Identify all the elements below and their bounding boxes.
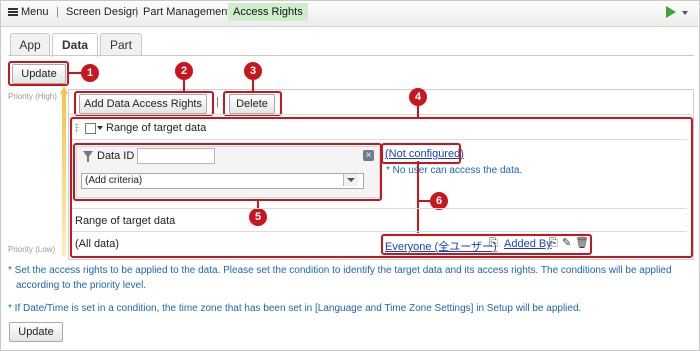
tab-data[interactable]: Data [52,33,98,57]
priority-low-label: Priority (Low) [8,245,56,254]
chevron-down-icon[interactable] [682,11,688,15]
callout-line [417,161,419,233]
toolbar-separator: | [216,96,219,108]
nav-access-rights[interactable]: Access Rights [228,3,308,21]
callout-line [67,72,81,74]
menu-icon[interactable] [8,8,18,16]
callout-line [252,80,254,91]
highlight-box-2 [74,91,214,116]
nav-separator: | [135,6,138,18]
callout-5: 5 [249,208,267,226]
play-icon[interactable] [666,6,676,18]
nav-screen-design[interactable]: Screen Design [66,6,138,18]
highlight-box-6a [381,143,461,164]
tab-app[interactable]: App [10,33,50,56]
note-line-3: * If Date/Time is set in a condition, th… [8,303,582,314]
update-button-bottom[interactable]: Update [9,322,63,342]
callout-2: 2 [175,62,193,80]
highlight-box-1 [8,61,69,86]
callout-line [257,199,259,208]
priority-high-label: Priority (High) [8,92,57,101]
highlight-box-6b [381,234,592,255]
row-divider [72,231,687,232]
callout-line [183,80,185,91]
expand-triangle-icon[interactable] [97,126,103,130]
priority-bar [62,92,66,256]
nav-part-management[interactable]: Part Management [143,6,230,18]
nav-separator: | [56,6,59,18]
menu-link[interactable]: Menu [21,6,49,18]
all-data-label: (All data) [75,238,120,250]
highlight-box-3 [223,91,282,116]
callout-line [417,106,419,117]
row-divider [72,208,687,209]
note-line-2: according to the priority level. [16,280,147,291]
callout-3: 3 [244,62,262,80]
row-divider [69,114,692,115]
no-user-note: * No user can access the data. [386,165,523,176]
tab-part[interactable]: Part [100,33,142,56]
tab-divider [8,55,694,56]
drag-handle-icon[interactable] [75,123,79,133]
rule-header: Range of target data [106,122,207,134]
highlight-box-5 [73,143,382,201]
rule-checkbox[interactable] [85,123,96,134]
default-rule-header: Range of target data [75,215,176,227]
callout-4: 4 [409,88,427,106]
callout-1: 1 [81,64,99,82]
callout-line [419,200,430,202]
row-divider [72,139,687,140]
note-line-1: * Set the access rights to be applied to… [8,265,672,276]
